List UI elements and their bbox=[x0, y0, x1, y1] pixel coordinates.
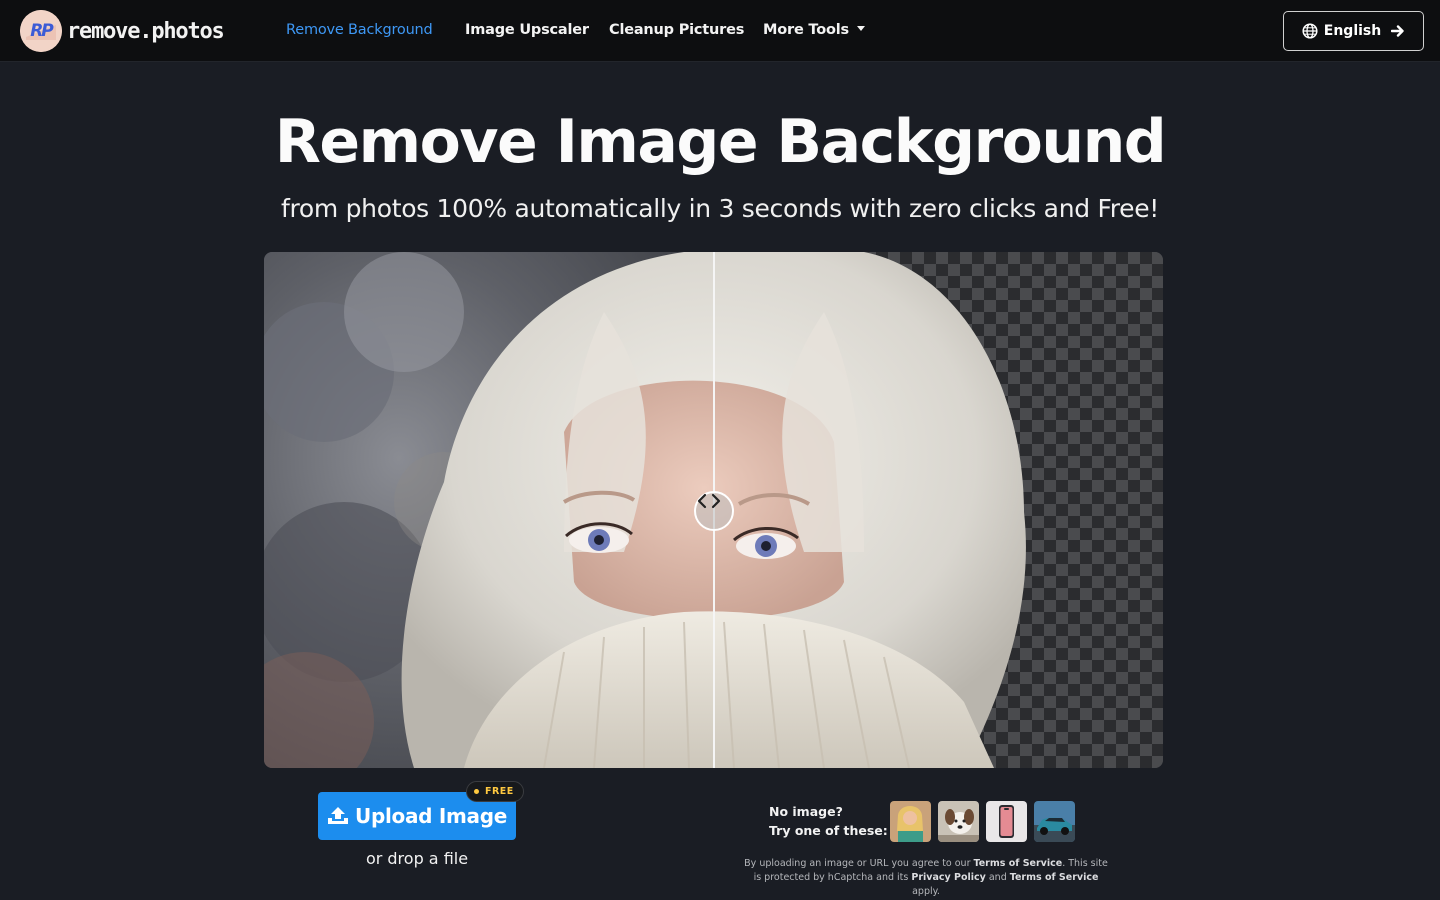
legal-text-4: apply. bbox=[912, 886, 940, 897]
logo[interactable]: RP remove.photos bbox=[20, 10, 225, 52]
terms-link-2[interactable]: Terms of Service bbox=[1010, 872, 1099, 883]
sample-prompt: No image? Try one of these: bbox=[769, 802, 888, 840]
badge-dot-icon bbox=[474, 789, 479, 794]
caret-down-icon bbox=[856, 25, 865, 31]
page-title: Remove Image Background bbox=[274, 107, 1167, 177]
nav-more-tools-label: More Tools bbox=[763, 22, 849, 38]
page-subtitle: from photos 100% automatically in 3 seco… bbox=[280, 194, 1160, 223]
nav-more-tools[interactable]: More Tools bbox=[763, 22, 865, 38]
language-button[interactable]: English bbox=[1283, 11, 1424, 51]
before-after-slider[interactable] bbox=[264, 252, 1163, 768]
nav-remove-background[interactable]: Remove Background bbox=[286, 22, 433, 38]
brand-name: remove.photos bbox=[67, 18, 225, 44]
sample-image-dog[interactable] bbox=[938, 801, 979, 842]
sample-prompt-line2: Try one of these: bbox=[769, 823, 888, 838]
legal-notice: By uploading an image or URL you agree t… bbox=[740, 857, 1112, 899]
chevron-left-right-icon bbox=[697, 493, 721, 509]
sample-prompt-line1: No image? bbox=[769, 804, 843, 819]
slider-handle[interactable] bbox=[694, 491, 734, 531]
logo-mark-text: RP bbox=[30, 21, 54, 41]
nav-image-upscaler[interactable]: Image Upscaler bbox=[465, 22, 589, 38]
language-label: English bbox=[1323, 23, 1382, 39]
legal-text-3: and bbox=[985, 872, 1010, 883]
sample-image-car[interactable] bbox=[1034, 801, 1075, 842]
upload-icon bbox=[327, 806, 349, 826]
privacy-policy-link[interactable]: Privacy Policy bbox=[911, 872, 985, 883]
terms-link[interactable]: Terms of Service bbox=[974, 858, 1063, 869]
drop-file-text: or drop a file bbox=[365, 849, 469, 868]
free-badge-label: FREE bbox=[485, 786, 514, 797]
upload-button-label: Upload Image bbox=[355, 804, 507, 828]
logo-mark-icon: RP bbox=[20, 10, 62, 52]
legal-text-1: By uploading an image or URL you agree t… bbox=[744, 858, 974, 869]
arrow-right-icon bbox=[1391, 24, 1405, 38]
free-badge: FREE bbox=[466, 781, 524, 802]
globe-icon bbox=[1302, 23, 1318, 39]
sample-image-phone[interactable] bbox=[986, 801, 1027, 842]
sample-image-woman[interactable] bbox=[890, 801, 931, 842]
top-navbar: RP remove.photos Remove Background Image… bbox=[0, 0, 1440, 62]
nav-cleanup-pictures[interactable]: Cleanup Pictures bbox=[609, 22, 744, 38]
